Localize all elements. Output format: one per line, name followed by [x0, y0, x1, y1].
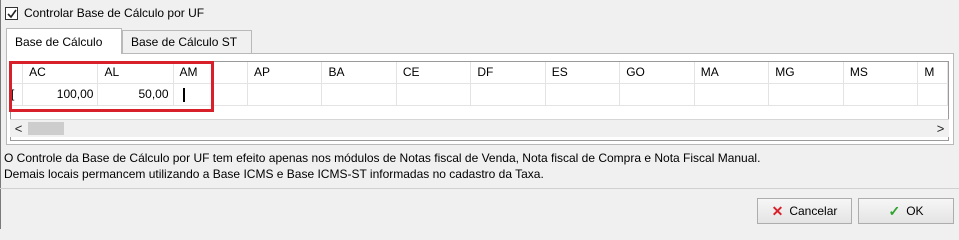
scroll-thumb[interactable]: [28, 122, 64, 135]
row-marker: [: [11, 83, 24, 106]
grid-col-header[interactable]: M: [917, 62, 948, 84]
cancel-button-label: Cancelar: [789, 204, 838, 218]
grid-col-header[interactable]: AP: [247, 62, 323, 84]
tab-base-calculo-label: Base de Cálculo: [15, 34, 103, 49]
grid-col-header[interactable]: MS: [843, 62, 919, 84]
scroll-right-icon[interactable]: >: [932, 120, 949, 137]
grid-col-header[interactable]: AL: [97, 62, 174, 84]
info-line-2: Demais locais permancem utilizando a Bas…: [4, 167, 544, 181]
scroll-left-icon[interactable]: <: [10, 120, 27, 137]
checkmark-icon: ✓: [888, 202, 901, 219]
grid-col-header[interactable]: MA: [694, 62, 770, 84]
x-icon: ✕: [771, 202, 784, 219]
info-text: O Controle da Base de Cálculo por UF tem…: [4, 150, 760, 182]
grid-cell-df[interactable]: [470, 83, 546, 106]
tab-base-calculo-st[interactable]: Base de Cálculo ST: [122, 30, 252, 53]
grid-col-header[interactable]: CE: [396, 62, 472, 84]
grid-cell-es[interactable]: [545, 83, 621, 106]
tab-base-calculo[interactable]: Base de Cálculo: [6, 28, 122, 54]
grid-cell-al[interactable]: 50,00: [97, 83, 174, 106]
control-uf-checkbox[interactable]: [5, 6, 18, 20]
horizontal-scrollbar[interactable]: < >: [10, 119, 949, 137]
grid-cell-ma[interactable]: [694, 83, 770, 106]
grid-cell-mg[interactable]: [768, 83, 844, 106]
grid-cell-ba[interactable]: [321, 83, 397, 106]
grid-col-header[interactable]: BA: [321, 62, 397, 84]
grid-cell-ac[interactable]: 100,00: [22, 83, 99, 106]
grid-cell-go[interactable]: [619, 83, 695, 106]
grid-col-header[interactable]: MG: [768, 62, 844, 84]
grid-header-row: AC AL AM AP BA CE DF ES GO MA MG MS M: [11, 62, 948, 84]
window-left-edge: [0, 0, 1, 229]
grid-col-header[interactable]: DF: [470, 62, 546, 84]
control-uf-checkbox-row[interactable]: Controlar Base de Cálculo por UF: [5, 6, 204, 20]
grid-data-row: [ 100,00 50,00: [11, 83, 948, 106]
grid-col-header[interactable]: GO: [619, 62, 695, 84]
info-line-1: O Controle da Base de Cálculo por UF tem…: [4, 151, 761, 165]
grid-col-header[interactable]: ES: [545, 62, 621, 84]
grid-header-indicator: [11, 62, 24, 84]
cancel-button[interactable]: ✕ Cancelar: [757, 198, 852, 224]
grid-cell-m[interactable]: [917, 83, 948, 106]
grid-col-header[interactable]: AM: [173, 62, 249, 84]
checkmark-icon: [7, 9, 17, 18]
grid-cell-ce[interactable]: [396, 83, 472, 106]
ok-button[interactable]: ✓ OK: [858, 198, 954, 224]
ok-button-label: OK: [906, 204, 924, 218]
text-caret: [183, 88, 185, 102]
grid-cell-ap[interactable]: [247, 83, 323, 106]
grid-cell-ms[interactable]: [843, 83, 919, 106]
footer-separator: [0, 188, 959, 189]
tab-base-calculo-st-label: Base de Cálculo ST: [131, 35, 238, 49]
grid-col-header[interactable]: AC: [22, 62, 99, 84]
control-uf-label: Controlar Base de Cálculo por UF: [24, 6, 205, 20]
